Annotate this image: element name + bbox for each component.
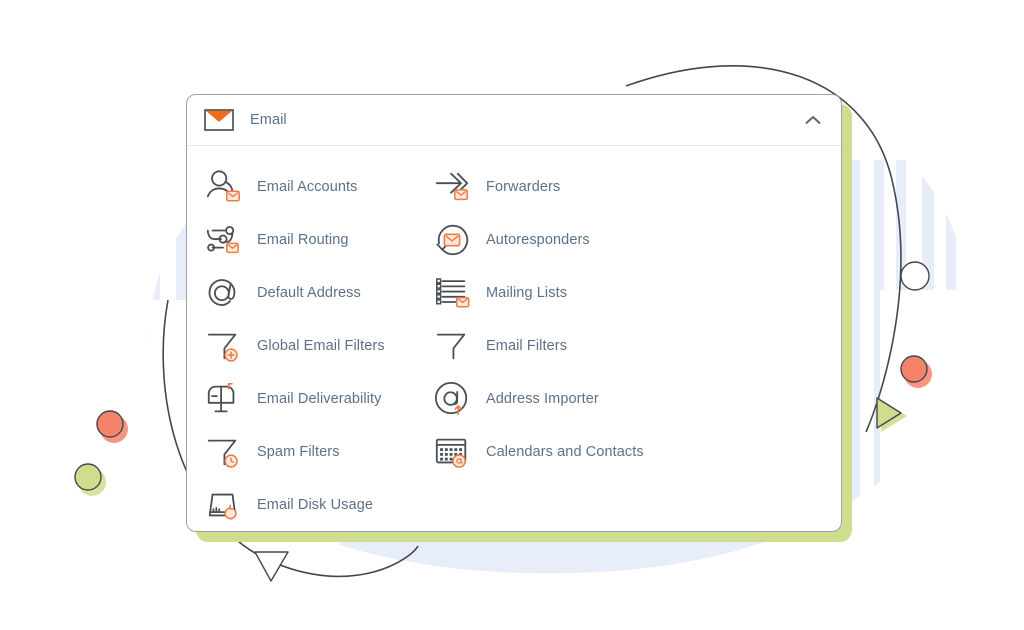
disk-usage-icon bbox=[208, 493, 237, 519]
envelope-badge bbox=[226, 190, 240, 202]
envelope-badge bbox=[226, 242, 239, 253]
envelope-badge bbox=[443, 232, 461, 247]
at-sign-icon bbox=[208, 278, 236, 306]
forward-arrows-envelope-icon bbox=[435, 172, 469, 200]
tile-label: Default Address bbox=[257, 284, 361, 301]
tile-email-disk-usage[interactable]: Email Disk Usage bbox=[204, 478, 433, 531]
tile-mailing-lists[interactable]: Mailing Lists bbox=[433, 266, 841, 319]
tile-email-accounts[interactable]: Email Accounts bbox=[204, 160, 433, 213]
routing-nodes-envelope-icon bbox=[206, 225, 239, 253]
card-title: Email bbox=[250, 112, 287, 128]
tile-label: Global Email Filters bbox=[257, 337, 385, 354]
envelope-badge bbox=[454, 188, 468, 200]
tile-label: Email Deliverability bbox=[257, 390, 382, 407]
tile-label: Email Routing bbox=[257, 231, 349, 248]
at-badge bbox=[452, 453, 466, 468]
tile-label: Forwarders bbox=[486, 178, 561, 195]
outline-circle-right bbox=[900, 261, 930, 291]
tile-calendars-and-contacts[interactable]: Calendars and Contacts bbox=[433, 425, 841, 478]
tile-email-filters[interactable]: Email Filters bbox=[433, 319, 841, 372]
tile-label: Address Importer bbox=[486, 390, 599, 407]
email-section-card: Email Email Accounts Email Routing Defau… bbox=[186, 94, 842, 532]
tile-email-routing[interactable]: Email Routing bbox=[204, 213, 433, 266]
clock-badge bbox=[224, 453, 238, 468]
tile-forwarders[interactable]: Forwarders bbox=[433, 160, 841, 213]
chevron-up-icon bbox=[805, 116, 821, 124]
tile-address-importer[interactable]: Address Importer bbox=[433, 372, 841, 425]
mailbox-icon bbox=[207, 382, 235, 412]
funnel-clock-icon bbox=[207, 439, 238, 468]
tile-label: Autoresponders bbox=[486, 231, 590, 248]
user-with-envelope-icon bbox=[206, 169, 240, 202]
tile-label: Email Filters bbox=[486, 337, 568, 354]
right-column: Forwarders Autoresponders Mailing Lists … bbox=[433, 160, 841, 531]
orange-circle-left bbox=[96, 410, 128, 443]
tile-default-address[interactable]: Default Address bbox=[204, 266, 433, 319]
tile-global-email-filters[interactable]: Global Email Filters bbox=[204, 319, 433, 372]
collapse-toggle-button[interactable] bbox=[801, 108, 825, 132]
card-header: Email bbox=[187, 95, 841, 146]
envelope-icon bbox=[204, 109, 234, 131]
green-circle-left bbox=[74, 463, 106, 496]
tile-email-deliverability[interactable]: Email Deliverability bbox=[204, 372, 433, 425]
screen: Email Email Accounts Email Routing Defau… bbox=[0, 0, 1024, 630]
refresh-envelope-icon bbox=[436, 224, 469, 255]
envelope-badge bbox=[455, 296, 470, 308]
list-envelope-icon bbox=[436, 277, 470, 308]
tile-label: Email Accounts bbox=[257, 178, 358, 195]
calendar-at-icon bbox=[435, 438, 467, 468]
plus-badge bbox=[224, 347, 238, 362]
card-body: Email Accounts Email Routing Default Add… bbox=[187, 146, 841, 531]
tile-label: Spam Filters bbox=[257, 443, 340, 460]
at-circle-import-icon bbox=[434, 381, 468, 415]
funnel-icon bbox=[436, 333, 466, 359]
tile-label: Calendars and Contacts bbox=[486, 443, 644, 460]
tile-label: Email Disk Usage bbox=[257, 496, 374, 513]
funnel-plus-icon bbox=[207, 333, 238, 362]
left-column: Email Accounts Email Routing Default Add… bbox=[204, 160, 433, 531]
tile-label: Mailing Lists bbox=[486, 284, 568, 301]
tile-autoresponders[interactable]: Autoresponders bbox=[433, 213, 841, 266]
tile-spam-filters[interactable]: Spam Filters bbox=[204, 425, 433, 478]
